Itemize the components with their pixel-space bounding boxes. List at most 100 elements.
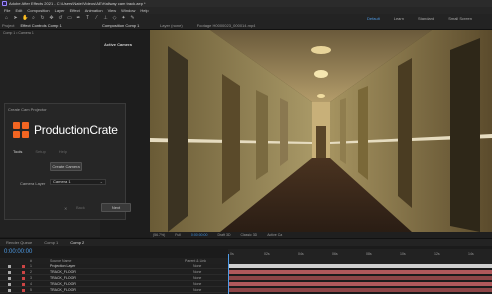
tab-timeline-comp-1[interactable]: Comp 1 <box>44 240 58 245</box>
layer-duration-bar[interactable] <box>229 282 492 286</box>
layer-name[interactable]: TRACK_FLOOR <box>50 282 76 286</box>
layer-name[interactable]: TRACK_FLOOR <box>50 288 76 292</box>
next-button[interactable]: Next <box>101 203 131 212</box>
tab-render-queue[interactable]: Render Queue <box>6 240 32 245</box>
parent-select[interactable]: None <box>193 276 201 280</box>
pan-tool-icon[interactable]: ✥ <box>49 15 54 21</box>
magnification-select[interactable]: (56.7%) <box>153 233 165 237</box>
dialog-tab-setup[interactable]: Setup <box>35 149 45 154</box>
rotate-tool-icon[interactable]: ↺ <box>58 15 63 21</box>
layer-duration-bar[interactable] <box>229 270 492 274</box>
workspace-small-screen[interactable]: Small Screen <box>448 16 472 21</box>
zoom-tool-icon[interactable]: ⌕ <box>31 15 36 21</box>
workspace-standard[interactable]: Standard <box>418 16 434 21</box>
tab-composition[interactable]: Composition Comp 1 <box>102 23 139 28</box>
parent-select[interactable]: None <box>193 270 201 274</box>
ruler-tick-label: 12s <box>434 252 440 256</box>
stamp-tool-icon[interactable]: ⊥ <box>103 15 108 21</box>
label-color-swatch[interactable] <box>22 265 25 268</box>
timeline-playhead[interactable] <box>228 254 229 294</box>
dialog-tab-tools[interactable]: Tools <box>13 149 22 154</box>
label-color-swatch[interactable] <box>22 283 25 286</box>
camera-layer-select[interactable]: Camera 1 ⌄ <box>50 179 106 185</box>
timeline-timecode[interactable]: 0:00:00:00 <box>4 249 32 255</box>
label-color-swatch[interactable] <box>22 271 25 274</box>
composition-viewer[interactable] <box>150 30 492 232</box>
parent-select[interactable]: None <box>193 282 201 286</box>
workspace-default[interactable]: Default <box>367 16 380 21</box>
back-button[interactable]: Back <box>76 205 85 210</box>
eye-icon[interactable] <box>8 277 11 280</box>
ruler-tick-label: 02s <box>264 252 270 256</box>
timeline-layer-row[interactable]: 2 TRACK_FLOOR None <box>0 270 228 275</box>
tab-effect-controls[interactable]: Effect Controls Comp 1 <box>20 23 61 28</box>
eye-icon[interactable] <box>8 265 11 268</box>
selection-tool-icon[interactable]: ➤ <box>13 15 18 21</box>
timeline-layer-bars <box>229 264 492 294</box>
brush-tool-icon[interactable]: ⁄ <box>94 15 99 21</box>
layer-name[interactable]: TRACK_FLOOR <box>50 270 76 274</box>
menu-composition[interactable]: Composition <box>27 8 49 13</box>
rectangle-tool-icon[interactable]: ▭ <box>67 15 72 21</box>
timeline-layer-row[interactable]: 1 Projection Layer None <box>0 264 228 269</box>
tab-footage[interactable]: Footage H0000023_000014.mp4 <box>197 23 256 28</box>
ruler-tick-label: 04s <box>298 252 304 256</box>
timeline-layer-row[interactable]: 3 TRACK_FLOOR None <box>0 276 228 281</box>
hand-tool-icon[interactable]: ✋ <box>22 15 28 21</box>
layer-duration-bar[interactable] <box>229 288 492 292</box>
menu-help[interactable]: Help <box>140 8 148 13</box>
menu-layer[interactable]: Layer <box>55 8 65 13</box>
productioncrate-logo: ProductionCrate <box>13 122 118 138</box>
tab-layer[interactable]: Layer (none) <box>160 23 183 28</box>
left-panel-tabs: Project Effect Controls Comp 1 <box>0 22 100 30</box>
tab-timeline-comp-2[interactable]: Comp 2 <box>70 240 84 245</box>
layer-name[interactable]: TRACK_FLOOR <box>50 276 76 280</box>
label-color-swatch[interactable] <box>22 277 25 280</box>
dialog-title: Create Cam Projector <box>8 107 47 112</box>
parent-select[interactable]: None <box>193 288 201 292</box>
parent-select[interactable]: None <box>193 264 201 268</box>
orbit-tool-icon[interactable]: ↻ <box>40 15 45 21</box>
resolution-select[interactable]: Full <box>175 233 181 237</box>
camera-layer-value: Camera 1 <box>53 179 71 184</box>
dialog-tabs: Tools Setup Help <box>13 149 67 154</box>
menu-view[interactable]: View <box>108 8 117 13</box>
tab-project[interactable]: Project <box>2 23 14 28</box>
column-parent[interactable]: Parent & Link <box>185 259 206 263</box>
layer-number: 3 <box>30 276 32 280</box>
timeline-layer-row[interactable]: 4 TRACK_FLOOR None <box>0 282 228 287</box>
eye-icon[interactable] <box>8 271 11 274</box>
camera-layer-label: Camera Layer <box>20 181 46 186</box>
eye-icon[interactable] <box>8 283 11 286</box>
roto-tool-icon[interactable]: ✦ <box>121 15 126 21</box>
camera-view-select[interactable]: Active Ca <box>267 233 282 237</box>
close-icon[interactable]: ✕ <box>64 206 67 211</box>
menu-file[interactable]: File <box>4 8 10 13</box>
type-tool-icon[interactable]: T <box>85 15 90 21</box>
menu-animation[interactable]: Animation <box>85 8 103 13</box>
pen-tool-icon[interactable]: ✒ <box>76 15 81 21</box>
cam-projector-dialog: Create Cam Projector ProductionCrate Too… <box>4 103 131 220</box>
eraser-tool-icon[interactable]: ◇ <box>112 15 117 21</box>
draft-3d-toggle[interactable]: Draft 3D <box>217 233 230 237</box>
layer-duration-bar[interactable] <box>229 276 492 280</box>
column-source-name[interactable]: Source Name <box>50 259 71 263</box>
puppet-tool-icon[interactable]: ✎ <box>130 15 135 21</box>
current-time-readout[interactable]: 0:00:00:00 <box>191 233 208 237</box>
menu-edit[interactable]: Edit <box>15 8 22 13</box>
menu-window[interactable]: Window <box>121 8 135 13</box>
menu-effect[interactable]: Effect <box>70 8 80 13</box>
layer-name[interactable]: Projection Layer <box>50 264 75 268</box>
title-bar: Adobe After Effects 2021 - C:\Users\Nate… <box>0 0 492 7</box>
timeline-ruler[interactable]: 0s 02s 04s 06s 08s 10s 12s 14s <box>228 249 492 264</box>
dialog-tab-help[interactable]: Help <box>59 149 67 154</box>
layer-duration-bar[interactable] <box>229 264 492 268</box>
label-color-swatch[interactable] <box>22 289 25 292</box>
renderer-select[interactable]: Classic 3D <box>240 233 257 237</box>
hallway-footage-frame <box>150 30 492 232</box>
timeline-layer-row[interactable]: 5 TRACK_FLOOR None <box>0 288 228 293</box>
home-icon[interactable]: ⌂ <box>4 15 9 21</box>
workspace-learn[interactable]: Learn <box>394 16 404 21</box>
create-camera-button[interactable]: Create Camera <box>50 162 82 171</box>
eye-icon[interactable] <box>8 289 11 292</box>
